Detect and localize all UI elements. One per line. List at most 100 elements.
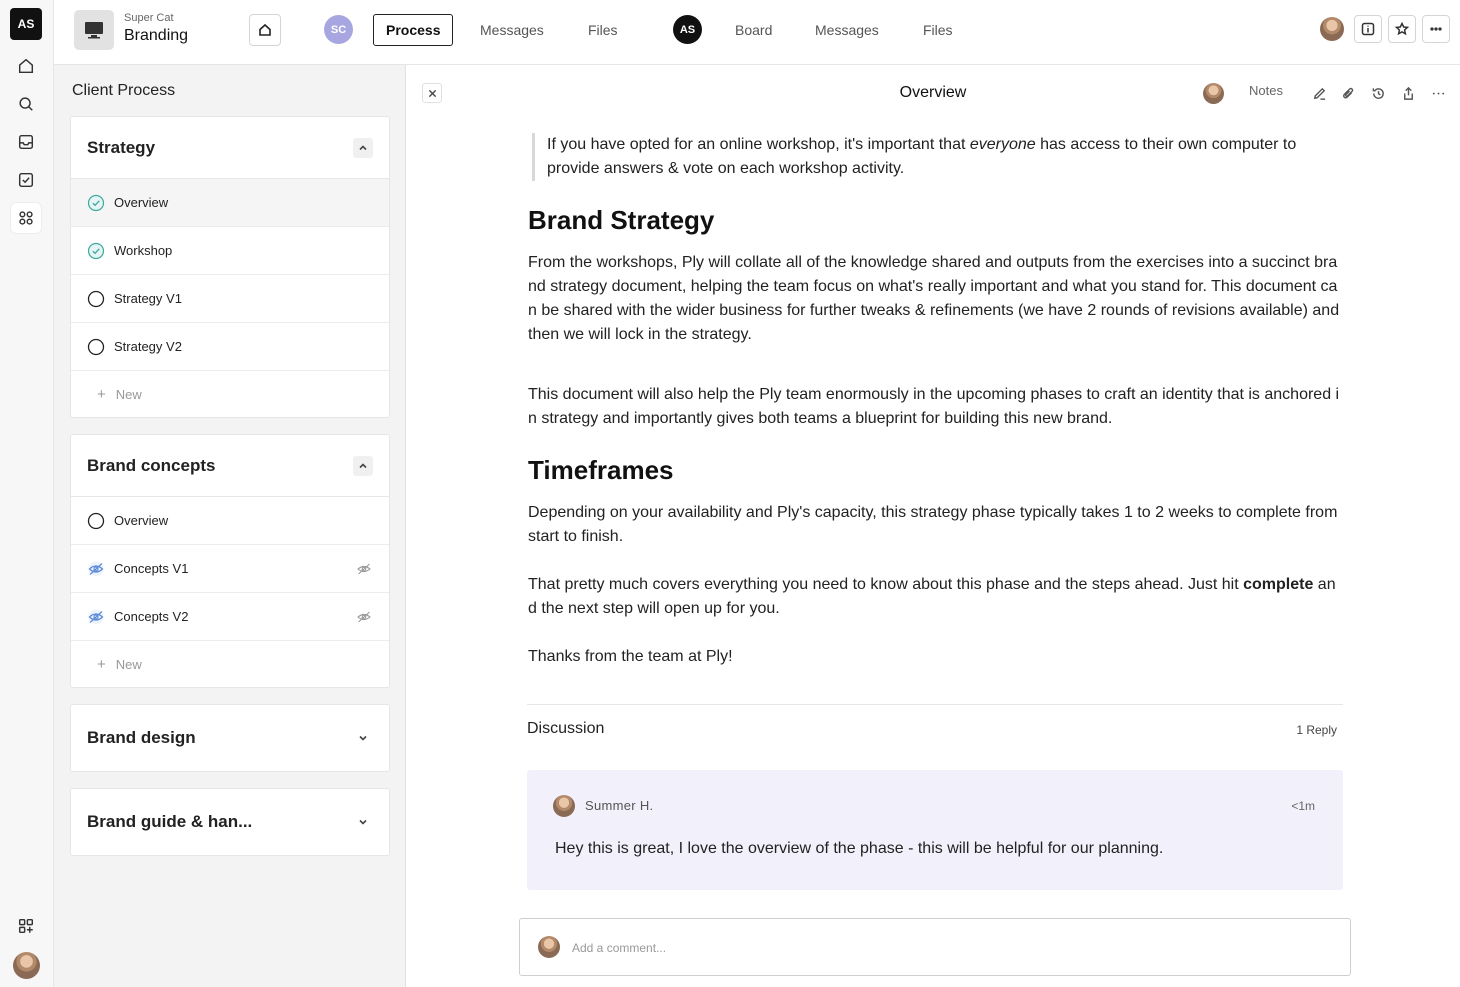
member-avatar[interactable] (1320, 17, 1344, 41)
section-header[interactable]: Brand design (71, 705, 389, 771)
comment-text: Hey this is great, I love the overview o… (555, 840, 1164, 857)
item-label: Overview (114, 513, 169, 528)
circle-icon (87, 290, 105, 308)
section-header[interactable]: Brand concepts (71, 435, 389, 497)
chevron-up-icon[interactable] (353, 137, 373, 158)
add-app-icon[interactable] (11, 911, 41, 941)
new-label: New (115, 386, 142, 402)
section-brand-guide: Brand guide & han... (70, 788, 390, 856)
tab-client-messages[interactable]: Messages (468, 14, 556, 46)
circle-icon (87, 338, 105, 356)
eye-off-icon[interactable] (355, 560, 373, 578)
share-icon[interactable] (1398, 83, 1418, 103)
discussion-title: Discussion (527, 720, 605, 737)
top-bar: Super Cat Branding SC Process Messages F… (54, 0, 1460, 65)
new-item-button[interactable]: + New (71, 371, 389, 417)
eye-hidden-icon (87, 608, 105, 626)
circle-icon (87, 512, 105, 530)
composer-avatar (538, 936, 560, 958)
app-rail: AS (0, 0, 54, 987)
info-icon (1361, 22, 1375, 36)
edit-icon[interactable] (1309, 83, 1329, 103)
section-title: Brand design (87, 728, 196, 747)
paragraph-text: That pretty much covers everything you n… (528, 576, 1244, 593)
paragraph: Depending on your availability and Ply's… (528, 504, 1338, 545)
sidebar-item-overview[interactable]: Overview (71, 179, 389, 227)
history-icon[interactable] (1368, 83, 1388, 103)
project-home-button[interactable] (249, 14, 281, 46)
section-strategy: Strategy Overview Workshop Strategy V1 S… (70, 116, 390, 418)
section-header[interactable]: Strategy (71, 117, 389, 179)
tab-board[interactable]: Board (723, 14, 784, 46)
info-button[interactable] (1354, 15, 1382, 43)
inbox-icon[interactable] (11, 127, 41, 157)
star-icon (1395, 22, 1409, 36)
close-button[interactable] (422, 83, 442, 103)
quote-text: If you have opted for an online workshop… (547, 136, 970, 153)
eye-hidden-icon (87, 560, 105, 578)
client-name: Super Cat (124, 12, 174, 24)
attachment-icon[interactable] (1338, 83, 1358, 103)
step-detail-panel: Overview Notes If you have opted for an … (406, 65, 1460, 987)
chevron-down-icon[interactable] (353, 728, 373, 748)
client-badge[interactable]: SC (324, 15, 353, 44)
section-brand-design: Brand design (70, 704, 390, 772)
tab-client-files[interactable]: Files (576, 14, 630, 46)
comment-avatar (553, 795, 575, 817)
project-name[interactable]: Branding (124, 27, 188, 45)
chevron-up-icon[interactable] (353, 455, 373, 476)
page-title: Overview (899, 84, 967, 101)
heading-brand-strategy: Brand Strategy (528, 205, 715, 235)
comment-input[interactable] (572, 936, 1272, 960)
workspace-badge[interactable]: AS (10, 8, 42, 40)
sidebar-item-strategy-v2[interactable]: Strategy V2 (71, 323, 389, 371)
more-icon[interactable] (1428, 83, 1448, 103)
section-title: Brand concepts (87, 455, 216, 475)
paragraph: Thanks from the team at Ply! (528, 648, 733, 665)
comment-author: Summer H. (585, 798, 654, 813)
sidebar-item-concepts-v1[interactable]: Concepts V1 (71, 545, 389, 593)
tasks-icon[interactable] (11, 165, 41, 195)
tab-agency-files[interactable]: Files (911, 14, 965, 46)
section-title: Strategy (87, 137, 156, 157)
blockquote: If you have opted for an online workshop… (532, 133, 1343, 181)
item-label: Concepts V1 (114, 561, 189, 576)
more-button[interactable] (1422, 15, 1450, 43)
new-item-button[interactable]: + New (71, 641, 389, 687)
plus-icon: + (97, 385, 106, 403)
section-header[interactable]: Brand guide & han... (71, 789, 389, 855)
item-label: Strategy V2 (114, 339, 182, 354)
agency-badge[interactable]: AS (673, 15, 702, 44)
eye-off-icon[interactable] (355, 608, 373, 626)
sidebar-item-concepts-v2[interactable]: Concepts V2 (71, 593, 389, 641)
tab-process[interactable]: Process (373, 14, 454, 46)
item-label: Overview (114, 195, 169, 210)
monitor-icon (74, 10, 114, 50)
sidebar-item-workshop[interactable]: Workshop (71, 227, 389, 275)
paragraph: This document will also help the Ply tea… (528, 386, 1340, 427)
home-icon (259, 23, 271, 36)
apps-icon[interactable] (11, 203, 41, 233)
assignee-avatar[interactable] (1203, 83, 1224, 104)
more-icon (1430, 27, 1442, 31)
paragraph: From the workshops, Ply will collate all… (528, 254, 1340, 343)
tab-agency-messages[interactable]: Messages (803, 14, 891, 46)
section-title: Brand guide & han... (87, 812, 253, 831)
check-circle-icon (87, 194, 105, 212)
reply-count[interactable]: 1 Reply (1296, 723, 1337, 737)
sidebar-item-strategy-v1[interactable]: Strategy V1 (71, 275, 389, 323)
item-label: Workshop (114, 243, 173, 258)
notes-button[interactable]: Notes (1249, 83, 1283, 98)
chevron-down-icon[interactable] (353, 812, 373, 832)
user-avatar[interactable] (13, 952, 40, 979)
home-icon[interactable] (11, 51, 41, 81)
close-icon (428, 89, 436, 97)
quote-emphasis: everyone (969, 136, 1036, 153)
sidebar-item-concepts-overview[interactable]: Overview (71, 497, 389, 545)
discussion-header: Discussion 1 Reply (527, 704, 1343, 737)
favorite-button[interactable] (1388, 15, 1416, 43)
search-icon[interactable] (11, 89, 41, 119)
comment-composer[interactable] (519, 918, 1351, 976)
paragraph: That pretty much covers everything you n… (528, 573, 1343, 621)
step-content: If you have opted for an online workshop… (528, 133, 1343, 669)
